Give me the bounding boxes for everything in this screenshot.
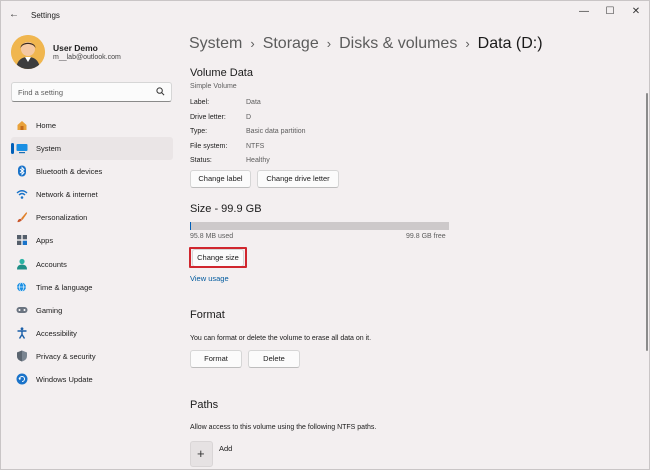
sidebar-item-label: Accounts <box>36 259 67 269</box>
file-system-value: NTFS <box>246 143 265 150</box>
sidebar-item-label: Gaming <box>36 305 63 315</box>
gamepad-icon <box>16 304 28 316</box>
sidebar-item-label: Time & language <box>36 282 93 292</box>
sidebar-item-label: Accessibility <box>36 328 77 338</box>
back-arrow-icon[interactable]: ← <box>9 9 21 21</box>
format-description: You can format or delete the volume to e… <box>190 335 372 342</box>
app-title: Settings <box>31 11 60 20</box>
change-label-button[interactable]: Change label <box>190 170 251 188</box>
page-title: Data (D:) <box>477 35 543 52</box>
size-title: Size - 99.9 GB <box>190 203 262 215</box>
search-input[interactable]: Find a setting <box>11 82 172 102</box>
sidebar-item-label: Privacy & security <box>36 351 96 361</box>
sidebar-item-label: Personalization <box>36 213 88 223</box>
format-button[interactable]: Format <box>190 350 242 368</box>
volume-type-subtitle: Simple Volume <box>190 83 237 90</box>
brush-icon <box>16 211 28 223</box>
label-field-value: Data <box>246 99 261 106</box>
user-email: m__lab@outlook.com <box>53 54 121 61</box>
system-icon <box>16 142 28 154</box>
breadcrumb-separator: › <box>250 36 255 51</box>
settings-window: ← Settings — ☐ ✕ User Demo m__lab@outloo… <box>0 0 650 470</box>
sidebar-item-personalization[interactable]: Personalization <box>11 206 173 229</box>
shield-icon <box>16 350 28 362</box>
update-icon <box>16 373 28 385</box>
breadcrumb-storage[interactable]: Storage <box>263 35 319 52</box>
add-path-label[interactable]: Add <box>219 444 232 453</box>
avatar[interactable] <box>11 35 45 69</box>
sidebar-item-gaming[interactable]: Gaming <box>11 299 173 322</box>
drive-letter-value: D <box>246 114 252 121</box>
sidebar-item-windows-update[interactable]: Windows Update <box>11 368 173 391</box>
accessibility-icon <box>16 327 28 339</box>
status-value: Healthy <box>246 157 270 164</box>
free-space-text: 99.8 GB free <box>406 233 446 240</box>
network-icon <box>16 188 28 200</box>
plus-icon: + <box>197 446 205 461</box>
sidebar-item-time-language[interactable]: Time & language <box>11 276 173 299</box>
accounts-icon <box>16 258 28 270</box>
sidebar-item-label: Bluetooth & devices <box>36 167 103 177</box>
apps-icon <box>16 234 28 246</box>
sidebar-item-apps[interactable]: Apps <box>11 229 173 252</box>
sidebar-item-label: Windows Update <box>36 375 93 385</box>
type-label: Type: <box>190 128 208 135</box>
file-system-label: File system: <box>190 143 228 150</box>
breadcrumb-disks-volumes[interactable]: Disks & volumes <box>339 35 457 52</box>
sidebar-item-label: Apps <box>36 236 54 246</box>
type-value: Basic data partition <box>246 128 306 135</box>
sidebar-item-accessibility[interactable]: Accessibility <box>11 322 173 345</box>
status-label: Status: <box>190 157 212 164</box>
label-field-label: Label: <box>190 99 210 106</box>
used-space-text: 95.8 MB used <box>190 233 234 240</box>
volume-data-title: Volume Data <box>190 67 253 79</box>
breadcrumb-separator: › <box>465 36 470 51</box>
breadcrumb-separator: › <box>326 36 332 51</box>
maximize-icon[interactable]: ☐ <box>603 6 617 18</box>
paths-title: Paths <box>190 399 219 411</box>
bluetooth-icon <box>16 165 28 177</box>
delete-button[interactable]: Delete <box>248 350 300 368</box>
sidebar-item-label: System <box>36 144 62 154</box>
sidebar-item-bluetooth[interactable]: Bluetooth & devices <box>11 160 173 183</box>
sidebar-item-home[interactable]: Home <box>11 114 173 137</box>
scrollbar[interactable] <box>646 93 648 351</box>
sidebar-item-label: Network & internet <box>36 190 98 200</box>
sidebar-item-accounts[interactable]: Accounts <box>11 253 173 276</box>
sidebar-item-network[interactable]: Network & internet <box>11 183 173 206</box>
sidebar-item-privacy-security[interactable]: Privacy & security <box>11 345 173 368</box>
home-icon <box>16 119 28 131</box>
sidebar-nav: Home System Bluetooth & devices Network … <box>11 114 173 391</box>
drive-letter-label: Drive letter: <box>190 114 226 121</box>
globe-clock-icon <box>16 281 28 293</box>
storage-usage-bar <box>190 222 449 230</box>
close-icon[interactable]: ✕ <box>629 6 643 18</box>
format-title: Format <box>190 309 225 321</box>
change-drive-letter-button[interactable]: Change drive letter <box>257 170 339 188</box>
add-path-button[interactable]: + <box>190 441 213 467</box>
user-name: User Demo <box>53 43 98 53</box>
search-placeholder: Find a setting <box>18 88 64 97</box>
sidebar-item-system[interactable]: System <box>11 137 173 161</box>
storage-usage-fill <box>190 222 191 230</box>
change-size-highlight <box>189 247 247 268</box>
sidebar-item-label: Home <box>36 121 57 130</box>
minimize-icon[interactable]: — <box>577 6 591 18</box>
title-bar: ← Settings — ☐ ✕ <box>1 1 649 29</box>
search-icon[interactable] <box>156 87 166 97</box>
breadcrumb-system[interactable]: System <box>189 35 242 52</box>
view-usage-link[interactable]: View usage <box>190 274 229 283</box>
breadcrumb: System › Storage › Disks & volumes › Data (D:) <box>189 35 543 53</box>
paths-description: Allow access to this volume using the fo… <box>190 424 377 431</box>
